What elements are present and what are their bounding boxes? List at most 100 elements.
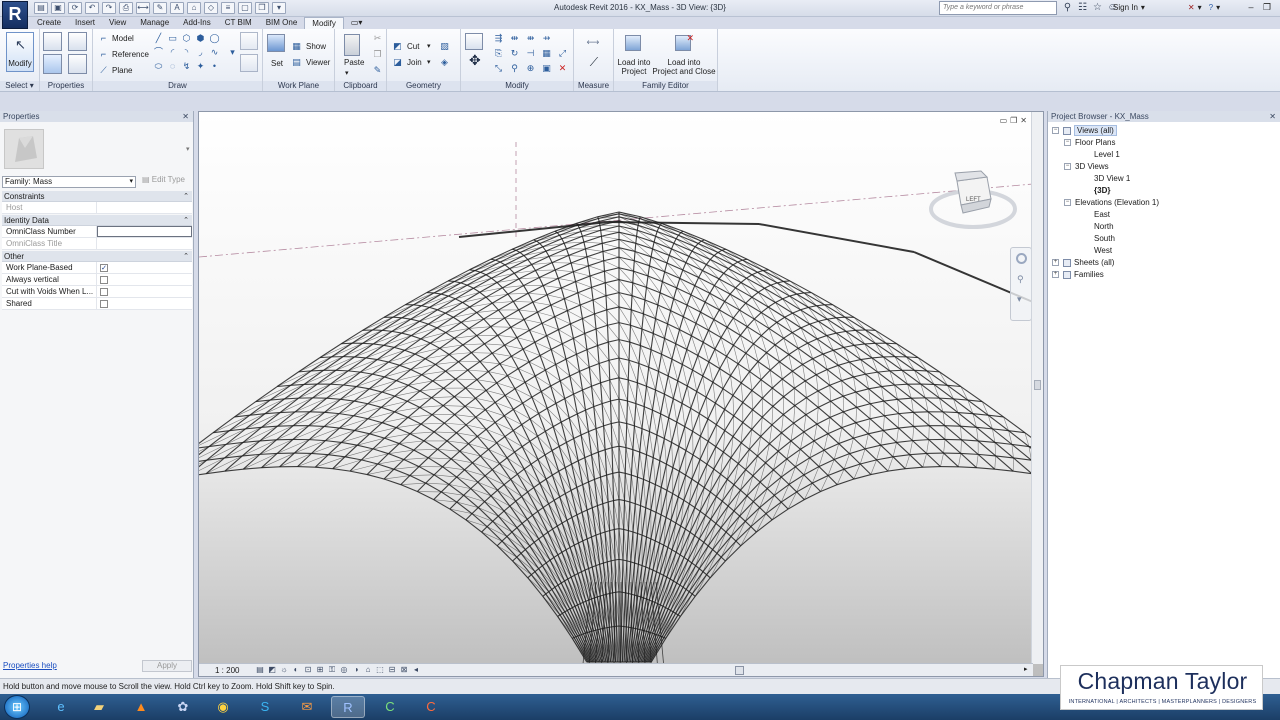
rectangle-tool-icon[interactable]: ▭ [167,33,178,44]
tree-elevation-east[interactable]: East [1094,209,1110,221]
internet-explorer-icon[interactable]: e [44,696,78,718]
type-properties-icon[interactable] [68,54,87,74]
tangent-arc-icon[interactable]: ◝ [181,47,192,58]
collapse-icon[interactable]: − [1064,199,1071,207]
tree-sheets[interactable]: + Sheets (all) [1052,257,1114,269]
viewer-icon[interactable]: ▤ [291,57,302,68]
paint-icon[interactable]: ◈ [439,57,450,68]
cut-button[interactable]: Cut [407,42,419,51]
annotate-icon[interactable]: ✎ [153,2,167,14]
scale-icon[interactable]: ⤡ [493,63,504,74]
set-button[interactable]: Set [271,59,283,68]
steering-wheel-icon[interactable] [1016,253,1027,264]
circle-tool-icon[interactable]: ◯ [209,33,220,44]
tree-3d-views[interactable]: −3D Views [1064,161,1109,173]
expand-icon[interactable]: + [1052,259,1059,267]
show-button[interactable]: Show [306,42,326,51]
minimize-icon[interactable]: – [1245,1,1257,14]
tree-level-1[interactable]: Level 1 [1094,149,1120,161]
paste-icon[interactable] [344,34,360,56]
view-scale[interactable]: 1 : 200 [215,665,239,676]
sync-icon[interactable]: ⟳ [68,2,82,14]
group-identity[interactable]: Identity Data ⌃ [2,215,192,226]
point-element-icon[interactable]: • [209,61,220,72]
detail-level-icon[interactable]: ▤ [255,665,265,675]
viewcube[interactable] [927,167,1017,242]
tree-floor-plans[interactable]: − Floor Plans [1064,137,1115,149]
polygon-tool-icon[interactable]: ⬡ [181,33,192,44]
match-properties-icon[interactable]: ✎ [372,65,383,76]
open-icon[interactable]: ▤ [34,2,48,14]
switch-windows-icon[interactable]: ❐ [255,2,269,14]
modify-button[interactable]: ↖ Modify [6,32,34,72]
save-icon[interactable]: ▣ [51,2,65,14]
revit-logo[interactable]: R [2,1,28,29]
3d-viewport[interactable]: ▭ ❐ ✕ LEFT ⚲ ▾ 1 : 200 ▤ ◩ ☼ ◐ ⊡ ⊞ ⚿ ◎ ◑… [198,111,1044,677]
constraints-icon[interactable]: ⊟ [387,665,397,675]
rotate-icon[interactable]: ↻ [509,48,520,59]
trim-extend-icon[interactable]: ⤢ [557,48,568,59]
worksharing-icon[interactable]: ⊠ [399,665,409,675]
delete-icon[interactable]: ✕ [557,63,568,74]
show-crop-icon[interactable]: ⊞ [315,665,325,675]
3d-view-icon[interactable]: ⌂ [187,2,201,14]
load-into-project-close-icon[interactable]: ✕ [675,33,694,51]
draw-plane-button[interactable]: Plane [112,66,132,75]
collapse-icon[interactable]: − [1064,163,1071,171]
cut-dropdown-icon[interactable]: ▾ [427,42,431,50]
load-into-project-close-button[interactable]: Load into Project and Close [652,58,716,76]
highlight-icon[interactable]: ⬚ [375,665,385,675]
array-icon[interactable]: ▦ [541,48,552,59]
sun-path-icon[interactable]: ☼ [279,665,289,675]
tab-view[interactable]: View [102,17,133,29]
tree-elevation-west[interactable]: West [1094,245,1112,257]
recorder-icon[interactable]: C [414,696,448,718]
tools-icon[interactable]: ✿ [166,696,200,718]
temp-hide-icon[interactable]: ◎ [339,665,349,675]
exchange-icon[interactable]: ✕ [1188,3,1195,12]
view-close-icon[interactable]: ✕ [1020,116,1027,125]
chrome-icon[interactable]: ◉ [206,696,240,718]
tab-add-ins[interactable]: Add-Ins [176,17,218,29]
line-tool-icon[interactable]: ╱ [153,33,164,44]
tree-views-all[interactable]: − Views (all) [1052,125,1117,137]
edit-type-button[interactable]: ▤ Edit Type [142,175,185,184]
set-workplane-icon[interactable] [267,34,285,52]
help-dropdown-icon[interactable]: ▾ [1216,3,1220,12]
load-into-project-icon[interactable] [625,35,641,51]
show-workplane-icon[interactable]: ▦ [291,41,302,52]
cart-icon[interactable]: ▾ [1198,3,1202,12]
offset-icon[interactable]: ⇶ [493,33,504,44]
navbar-menu-icon[interactable]: ▾ [1017,294,1022,305]
viewcube-face-label[interactable]: LEFT [966,197,981,203]
mirror-draw-icon[interactable]: ⇻ [525,33,536,44]
group-constraints[interactable]: Constraints ⌃ [2,191,192,202]
copy-element-icon[interactable]: ⎘ [493,48,504,59]
qat-dropdown-icon[interactable]: ▾ [272,2,286,14]
properties-help-link[interactable]: Properties help [3,661,57,670]
always-vertical-checkbox[interactable] [100,276,108,284]
tree-3d-view-1[interactable]: 3D View 1 [1094,173,1130,185]
draw-reference-button[interactable]: Reference [112,50,149,59]
cut-with-voids-checkbox[interactable] [100,288,108,296]
scroll-right-icon[interactable]: ▸ [1024,665,1028,673]
start-button-icon[interactable]: ⊞ [4,695,30,719]
trim-icon[interactable]: ⊣ [525,48,536,59]
mirror-axis-icon[interactable]: ⇹ [509,33,520,44]
crop-view-icon[interactable]: ⊡ [303,665,313,675]
work-plane-based-checkbox[interactable]: ✓ [100,264,108,272]
tree-elevation-north[interactable]: North [1094,221,1114,233]
paste-dropdown-icon[interactable]: ▾ [345,69,349,77]
star-icon[interactable]: ☆ [1092,2,1103,13]
family-category-icon[interactable] [68,32,87,51]
arc-start-end-icon[interactable]: ⌒ [153,47,164,58]
measure-icon[interactable]: ⟷ [136,2,150,14]
binoculars-icon[interactable]: ⚲ [1062,2,1073,13]
measure-distance-icon[interactable]: ⟷ [580,37,606,48]
apply-button[interactable]: Apply [142,660,192,672]
reference-line-icon[interactable]: ⌐ [98,49,109,60]
tree-elevations[interactable]: − Elevations (Elevation 1) [1064,197,1159,209]
collapse-icon[interactable]: − [1052,127,1059,135]
view-minimize-icon[interactable]: ▭ [1000,116,1008,125]
close-properties-icon[interactable]: ✕ [182,111,189,122]
